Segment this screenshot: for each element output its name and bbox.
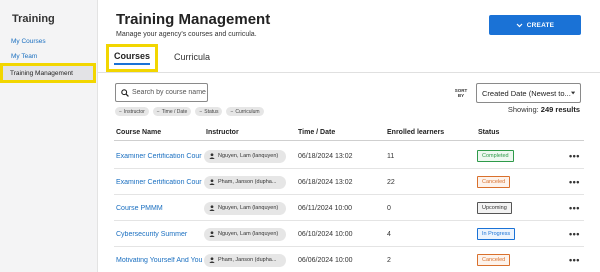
table-row[interactable]: Cybersecurity Summer Nguyen, Lam (lanquye…: [114, 221, 584, 247]
more-horizontal-icon[interactable]: •••: [569, 203, 580, 213]
filter-chip-label: Time / Date: [161, 108, 188, 115]
instructor-chip[interactable]: Nguyen, Lam (lanquyen): [204, 201, 286, 215]
table-header-divider: [114, 140, 584, 141]
course-date: 06/18/2024 13:02: [298, 152, 353, 160]
filter-chip-label: Curriculum: [235, 108, 260, 115]
more-horizontal-icon[interactable]: •••: [569, 177, 580, 187]
column-header-instructor[interactable]: Instructor: [206, 129, 239, 136]
tab-label: Courses: [113, 51, 150, 65]
enrolled-count: 11: [387, 152, 395, 160]
course-name-link[interactable]: Motivating Yourself And You: [116, 257, 204, 264]
instructor-chip[interactable]: Nguyen, Lam (lanquyen): [204, 149, 286, 163]
chevron-down-icon: [570, 91, 575, 95]
main-content: Training Management Manage your agency's…: [98, 0, 600, 272]
table-row[interactable]: Motivating Yourself And You Pham, Janson …: [114, 247, 584, 272]
tabs-divider: [98, 72, 600, 73]
sidebar: Training My Courses My Team Training Man…: [0, 0, 98, 272]
instructor-chip[interactable]: Pham, Janson (dupha...: [204, 175, 286, 189]
more-horizontal-icon[interactable]: •••: [569, 151, 580, 161]
enrolled-count: 2: [387, 256, 391, 264]
sidebar-title: Training: [12, 13, 55, 25]
results-count: Showing: 249 results: [508, 105, 580, 114]
instructor-chip[interactable]: Nguyen, Lam (lanquyen): [204, 227, 286, 241]
page-subtitle: Manage your agency's courses and curricu…: [116, 31, 257, 38]
course-date: 06/10/2024 10:00: [298, 230, 353, 238]
status-badge: Upcoming: [477, 202, 512, 214]
table-row[interactable]: Examiner Certification Cour Pham, Janson …: [114, 169, 584, 195]
course-name-link[interactable]: Cybersecurity Summer: [116, 231, 204, 238]
status-badge: Canceled: [477, 254, 511, 266]
column-header-course-name[interactable]: Course Name: [116, 129, 161, 136]
instructor-chip[interactable]: Pham, Janson (dupha...: [204, 253, 286, 267]
results-number: 249 results: [540, 105, 580, 114]
table-row[interactable]: Course PMMM Nguyen, Lam (lanquyen) 06/11/2…: [114, 195, 584, 221]
user-icon: [209, 257, 215, 263]
more-horizontal-icon[interactable]: •••: [569, 229, 580, 239]
status-badge: Canceled: [477, 176, 511, 188]
user-icon: [209, 231, 215, 237]
search-icon: [121, 88, 129, 97]
create-button[interactable]: CREATE: [489, 15, 581, 35]
course-name-link[interactable]: Examiner Certification Cour: [116, 179, 204, 186]
user-icon: [209, 205, 215, 211]
course-date: 06/18/2024 13:02: [298, 178, 353, 186]
filter-chip-instructor[interactable]: − Instructor: [115, 107, 149, 116]
filter-chips: − Instructor − Time / Date − Status − Curric…: [115, 107, 264, 116]
remove-icon: −: [230, 108, 234, 115]
enrolled-count: 22: [387, 178, 395, 186]
course-name-link[interactable]: Examiner Certification Cour: [116, 153, 204, 160]
status-badge: In Progress: [477, 228, 516, 240]
instructor-name: Nguyen, Lam (lanquyen): [218, 205, 279, 211]
table-row[interactable]: Examiner Certification Cour Nguyen, Lam (…: [114, 143, 584, 169]
instructor-name: Pham, Janson (dupha...: [218, 179, 277, 185]
column-header-time-date[interactable]: Time / Date: [298, 129, 335, 136]
create-button-label: CREATE: [526, 21, 555, 29]
course-name-link[interactable]: Course PMMM: [116, 205, 204, 212]
instructor-name: Nguyen, Lam (lanquyen): [218, 231, 279, 237]
enrolled-count: 4: [387, 230, 391, 238]
user-icon: [209, 153, 215, 159]
sort-value: Created Date (Newest to...: [482, 88, 571, 98]
tab-curricula[interactable]: Curricula: [174, 52, 210, 62]
sidebar-item-label: Training Management: [10, 69, 73, 77]
filter-chip-status[interactable]: − Status: [195, 107, 223, 116]
remove-icon: −: [199, 108, 203, 115]
tab-courses[interactable]: Courses: [106, 44, 158, 72]
filter-chip-curriculum[interactable]: − Curriculum: [226, 107, 264, 116]
filter-chip-time-date[interactable]: − Time / Date: [152, 107, 192, 116]
course-date: 06/11/2024 10:00: [298, 204, 352, 212]
enrolled-count: 0: [387, 204, 391, 212]
remove-icon: −: [156, 108, 160, 115]
sidebar-item-my-team[interactable]: My Team: [11, 53, 37, 60]
sort-select[interactable]: Created Date (Newest to...: [476, 83, 581, 103]
instructor-name: Pham, Janson (dupha...: [218, 257, 277, 263]
sidebar-item-my-courses[interactable]: My Courses: [11, 38, 46, 45]
search-box[interactable]: [115, 83, 208, 102]
filter-chip-label: Instructor: [123, 108, 145, 115]
user-icon: [209, 179, 215, 185]
status-badge: Completed: [477, 150, 514, 162]
page-title: Training Management: [116, 11, 271, 28]
sort-label: SORT BY: [454, 88, 468, 98]
column-header-status[interactable]: Status: [478, 129, 499, 136]
filter-chip-label: Status: [204, 108, 219, 115]
search-input[interactable]: [132, 89, 207, 96]
chevron-down-icon: [516, 23, 523, 27]
column-header-enrolled-learners[interactable]: Enrolled learners: [387, 129, 444, 136]
sidebar-item-training-management[interactable]: Training Management: [0, 63, 96, 83]
more-horizontal-icon[interactable]: •••: [569, 255, 580, 265]
instructor-name: Nguyen, Lam (lanquyen): [218, 153, 279, 159]
course-date: 06/06/2024 10:00: [298, 256, 353, 264]
results-prefix: Showing:: [507, 105, 539, 114]
remove-icon: −: [119, 108, 122, 115]
